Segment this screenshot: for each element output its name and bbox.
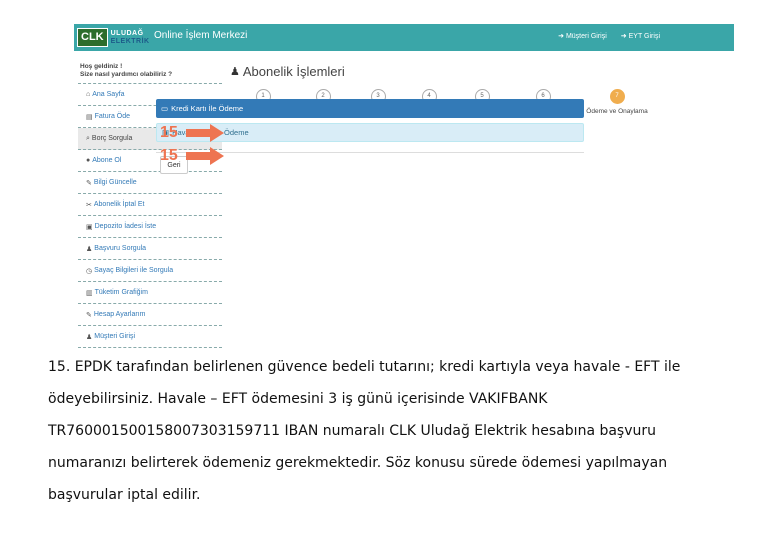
annotation-arrow-icon (186, 124, 224, 142)
credit-card-payment-label: Kredi Kartı İle Ödeme (171, 104, 244, 113)
sidebar-item-label: Abonelik İptal Et (93, 201, 145, 208)
page-title: ♟ Abonelik İşlemleri (230, 64, 660, 79)
welcome-line2: Size nasıl yardımcı olabiliriz ? (80, 71, 173, 78)
annotation-eft: 15 (160, 147, 226, 165)
customer-login-label: Müşteri Girişi (565, 33, 607, 40)
sidebar-item[interactable]: ▣ Depozito İadesi İste (78, 216, 222, 238)
screenshot-frame: CLK ULUDAĞ ELEKTRİK Online İşlem Merkezi… (74, 24, 734, 348)
annotation-number: 15 (160, 147, 178, 164)
home-icon: ⌂ (86, 91, 91, 98)
logo-text: ULUDAĞ ELEKTRİK (111, 30, 150, 46)
sidebar-item[interactable]: ▥ Tüketim Grafiğim (78, 282, 222, 304)
customer-login-link[interactable]: ➜ Müşteri Girişi (558, 32, 607, 40)
login-icon: ➜ (620, 33, 627, 40)
sidebar-item-label: Depozito İadesi İste (94, 223, 157, 230)
credit-card-icon: ▭ (161, 104, 169, 113)
sidebar-item-label: Başvuru Sorgula (94, 245, 147, 252)
sidebar-item[interactable]: ✎ Bilgi Güncelle (78, 172, 222, 194)
credit-card-payment-option[interactable]: ▭ Kredi Kartı İle Ödeme (156, 99, 584, 118)
search-icon: ⌕ (86, 134, 90, 142)
page-title-text: Abonelik İşlemleri (242, 64, 345, 79)
sidebar-item-label: Ana Sayfa (92, 91, 125, 98)
sidebar-item-label: Borç Sorgula (91, 135, 133, 142)
sidebar-item-label: Tüketim Grafiğim (94, 289, 148, 296)
caption-paragraph: 15. EPDK tarafından belirlenen güvence b… (48, 357, 728, 517)
caption-line: TR760001500158007303159711 IBAN numaralı… (48, 423, 657, 439)
chart-icon: ▥ (86, 289, 93, 297)
annotation-arrow-icon (186, 147, 224, 165)
sidebar-item[interactable]: ✂ Abonelik İptal Et (78, 194, 222, 216)
step-label: Ödeme ve Onaylama (586, 108, 648, 115)
sidebar-item-label: Bilgi Güncelle (93, 179, 137, 186)
logo-line1: ULUDAĞ (110, 29, 144, 37)
caption-line: 15. EPDK tarafından belirlenen güvence b… (48, 359, 681, 375)
sidebar-item-label: Abone Ol (92, 157, 122, 164)
site-title: Online İşlem Merkezi (154, 30, 248, 41)
user-add-icon: ♟ (86, 245, 93, 253)
brand-logo[interactable]: CLK ULUDAĞ ELEKTRİK (77, 28, 150, 47)
sidebar-item[interactable]: ✎ Hesap Ayarlarım (78, 304, 222, 326)
step-number: 7 (609, 89, 625, 104)
wizard-step: 7 Ödeme ve Onaylama (577, 89, 657, 115)
caption-line: ödeyebilirsiniz. Havale – EFT ödemesini … (48, 391, 548, 407)
sidebar-item[interactable]: ◷ Sayaç Bilgileri ile Sorgula (78, 260, 222, 282)
money-icon: ▣ (86, 223, 93, 231)
welcome-line1: Hoş geldiniz ! (80, 63, 123, 70)
top-links: ➜ Müşteri Girişi ➜ EYT Girişi (558, 32, 660, 40)
invoice-icon: ▤ (86, 113, 93, 121)
sidebar-item-label: Hesap Ayarlarım (93, 311, 146, 318)
caption-line: numaranızı belirterek ödemeniz gerekmekt… (48, 455, 668, 471)
sidebar-item-label: Sayaç Bilgileri ile Sorgula (94, 267, 174, 274)
sidebar-item-label: Fatura Öde (94, 113, 131, 120)
eyt-login-label: EYT Girişi (628, 33, 660, 40)
annotation-card: 15 (160, 124, 226, 142)
scissors-icon: ✂ (86, 201, 92, 209)
annotation-number: 15 (160, 124, 178, 141)
globe-icon: ● (86, 157, 91, 164)
sidebar-item[interactable]: ♟ Müşteri Girişi (78, 326, 222, 348)
edit-icon: ✎ (86, 179, 92, 187)
logo-badge: CLK (77, 28, 108, 47)
caption-line: başvurular iptal edilir. (48, 487, 201, 503)
eyt-login-link[interactable]: ➜ EYT Girişi (621, 32, 660, 40)
logo-line2: ELEKTRİK (110, 37, 150, 45)
top-navbar: CLK ULUDAĞ ELEKTRİK Online İşlem Merkezi… (74, 24, 734, 51)
welcome-text: Hoş geldiniz ! Size nasıl yardımcı olabi… (78, 61, 222, 84)
sidebar-item[interactable]: ♟ Başvuru Sorgula (78, 238, 222, 260)
login-icon: ➜ (558, 33, 564, 40)
main-content: ♟ Abonelik İşlemleri 1Abone Sorgulama2Ab… (230, 64, 660, 115)
edit-icon: ✎ (86, 311, 92, 319)
user-icon: ♟ (230, 66, 240, 78)
clock-icon: ◷ (86, 267, 93, 275)
users-icon: ♟ (86, 333, 93, 341)
sidebar-item-label: Müşteri Girişi (94, 333, 136, 340)
